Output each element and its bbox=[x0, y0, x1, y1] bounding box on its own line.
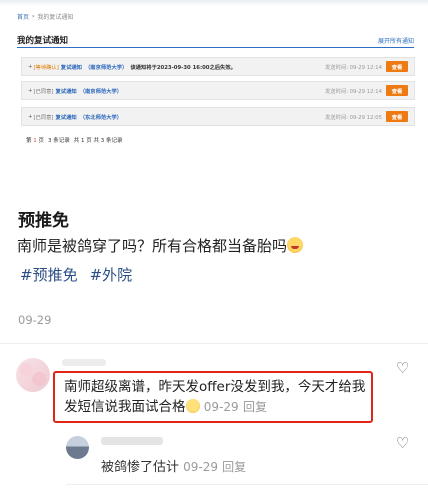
notice-time: 发送时间: 09-29 12:14 bbox=[325, 64, 382, 71]
breadcrumb: 首页 › 我的复试通知 bbox=[17, 12, 73, 21]
notice-title: 我的复试通知 bbox=[17, 36, 69, 46]
comment-text: 南师超级离谱，昨天发offer没发到我，今天才给我发短信说我面试合格 09-29… bbox=[64, 377, 370, 417]
view-button[interactable]: 查看 bbox=[386, 61, 408, 72]
notice-time: 发送时间: 09-29 12:05 bbox=[325, 114, 382, 121]
post-body-text: 南师是被鸽穿了吗？所有合格都当备胎吗 bbox=[17, 237, 288, 255]
post-title: 预推免 bbox=[18, 211, 69, 231]
notice-time: 发送时间: 09-29 12:14 bbox=[325, 88, 382, 95]
top-border bbox=[0, 0, 428, 6]
section-divider bbox=[0, 343, 428, 344]
pager-total: 共 1 页 共 3 条记录 bbox=[73, 138, 123, 144]
avatar[interactable] bbox=[16, 358, 50, 392]
pager-page: 第 1 页 bbox=[26, 138, 45, 144]
comment-date: 09-29 bbox=[183, 460, 219, 474]
notice-message: 该通知将于2023-09-30 16:00之后失效。 bbox=[130, 64, 236, 71]
heart-icon[interactable]: ♡ bbox=[395, 361, 410, 376]
heart-icon[interactable]: ♡ bbox=[395, 436, 410, 451]
reply-link[interactable]: 回复 bbox=[222, 460, 246, 474]
notice-row[interactable]: + [已同意] 复试通知 （南京师范大学） 发送时间: 09-29 12:14 … bbox=[21, 81, 415, 100]
notice-school: （东北师范大学） bbox=[79, 114, 123, 121]
breadcrumb-current: 我的复试通知 bbox=[37, 14, 74, 21]
post-body: 南师是被鸽穿了吗？所有合格都当备胎吗 bbox=[17, 236, 304, 256]
view-button[interactable]: 查看 bbox=[386, 111, 408, 122]
notice-row[interactable]: + [已同意] 复试通知 （东北师范大学） 发送时间: 09-29 12:05 … bbox=[21, 107, 415, 126]
notice-type[interactable]: 复试通知 bbox=[55, 87, 76, 95]
breadcrumb-separator: › bbox=[32, 13, 35, 20]
notice-type[interactable]: 复试通知 bbox=[61, 63, 82, 71]
notice-school: （南京师范大学） bbox=[79, 88, 123, 95]
notice-type[interactable]: 复试通知 bbox=[55, 113, 76, 121]
clown-face-icon bbox=[287, 237, 304, 253]
expand-all-link[interactable]: 展开所有通知 bbox=[378, 36, 414, 45]
tag-link[interactable]: #外院 bbox=[90, 264, 133, 285]
tag-link[interactable]: #预推免 bbox=[20, 264, 78, 285]
comment-divider bbox=[66, 484, 428, 485]
notice-panel: 首页 › 我的复试通知 我的复试通知 展开所有通知 + [等待确认] 复试通知 … bbox=[0, 0, 428, 150]
clown-face-icon bbox=[185, 399, 200, 413]
notice-status: [等待确认] bbox=[33, 64, 59, 71]
notice-status: [已同意] bbox=[33, 114, 54, 121]
view-button[interactable]: 查看 bbox=[386, 85, 408, 96]
title-underline bbox=[17, 47, 414, 48]
expand-icon[interactable]: + bbox=[28, 114, 32, 120]
comment-date: 09-29 bbox=[203, 400, 239, 414]
comment-text: 被鸽惨了估计 09-29 回复 bbox=[101, 456, 246, 475]
post-tags: #预推免 #外院 bbox=[20, 264, 132, 285]
username-blurred[interactable] bbox=[101, 437, 163, 445]
notice-school: （南京师范大学） bbox=[84, 64, 128, 71]
reply-link[interactable]: 回复 bbox=[243, 400, 267, 414]
breadcrumb-home[interactable]: 首页 bbox=[17, 12, 29, 21]
expand-icon[interactable]: + bbox=[28, 88, 32, 94]
pager-records: 3 条记录 bbox=[48, 138, 70, 144]
username-blurred[interactable] bbox=[62, 359, 106, 366]
expand-icon[interactable]: + bbox=[28, 64, 32, 70]
notice-row[interactable]: + [等待确认] 复试通知 （南京师范大学） 该通知将于2023-09-30 1… bbox=[21, 57, 415, 76]
comment-body: 被鸽惨了估计 bbox=[101, 460, 180, 475]
notice-status: [已同意] bbox=[33, 88, 54, 95]
avatar[interactable] bbox=[66, 436, 89, 459]
pagination: 第 1 页 3 条记录 共 1 页 共 3 条记录 bbox=[26, 136, 123, 144]
post-date: 09-29 bbox=[18, 313, 52, 327]
